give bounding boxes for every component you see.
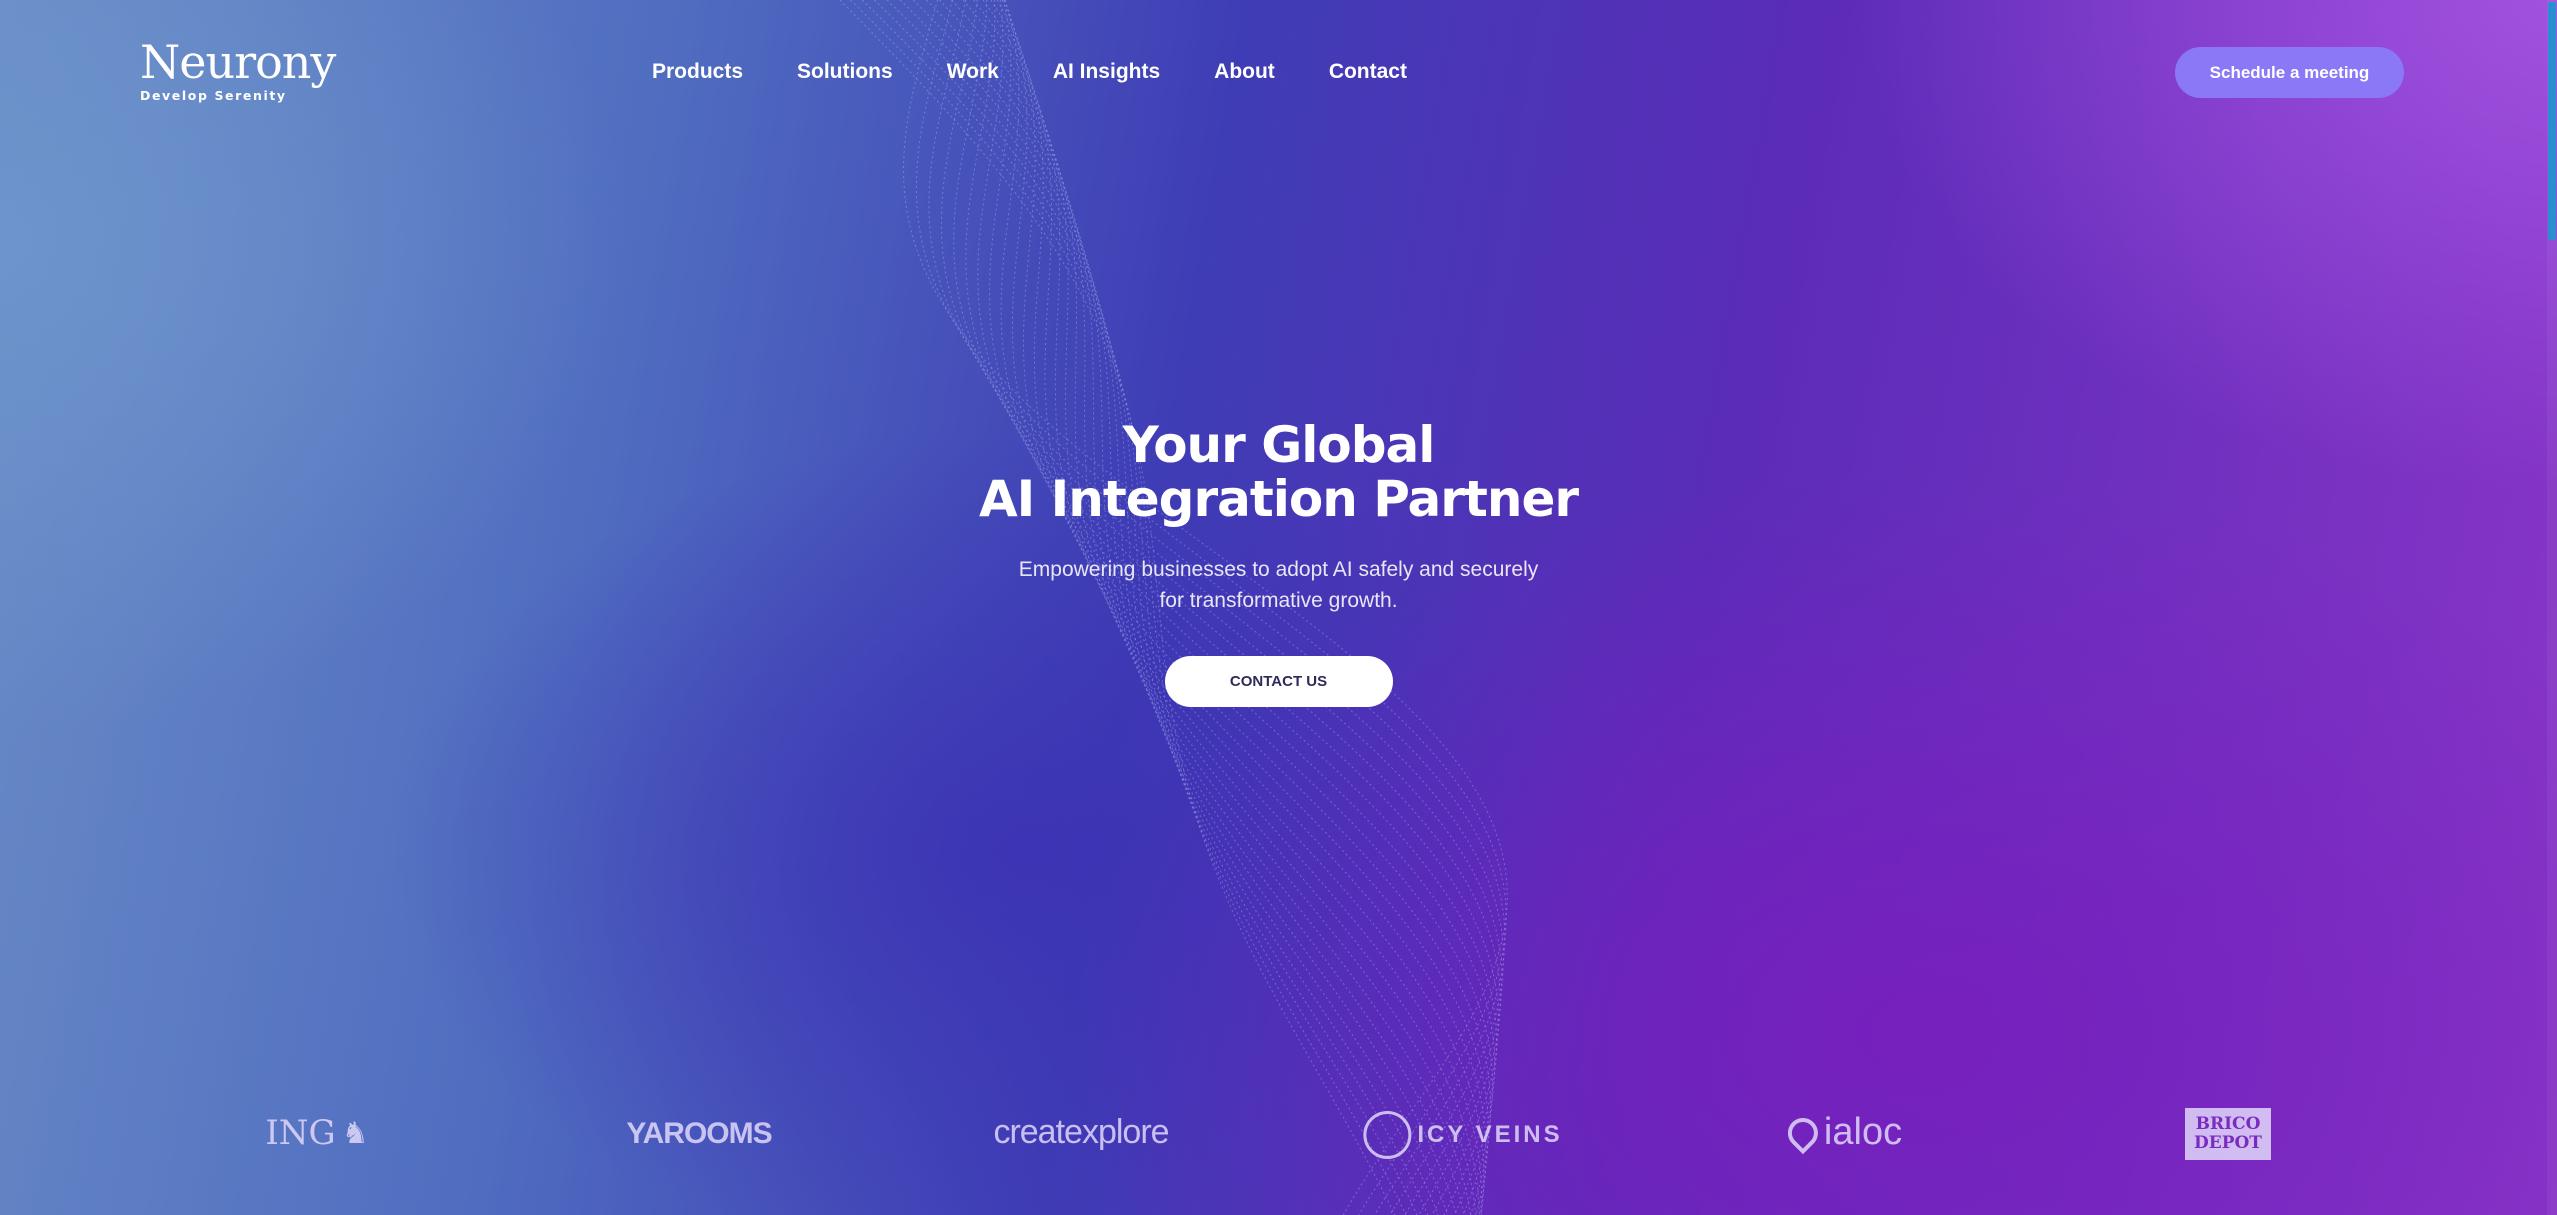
nav-ai-insights[interactable]: AI Insights (1053, 60, 1160, 84)
hero-title-line-2: AI Integration Partner (978, 470, 1579, 528)
nav-products[interactable]: Products (652, 60, 743, 84)
client-logo-icy-veins: ICY VEINS (1363, 1111, 1562, 1159)
hero-subtitle: Empowering businesses to adopt AI safely… (0, 554, 2557, 616)
neurony-logo[interactable]: Neurony Develop Serenity (140, 35, 336, 103)
lion-icon: ♞ (341, 1115, 369, 1151)
top-navigation: Neurony Develop Serenity Products Soluti… (0, 0, 2557, 145)
map-pin-icon (1781, 1111, 1825, 1154)
scrollbar[interactable] (2547, 0, 2557, 1215)
hero-title-line-1: Your Global (1122, 416, 1436, 474)
ing-text: ING (265, 1113, 336, 1153)
nav-contact[interactable]: Contact (1329, 60, 1407, 84)
nav-solutions[interactable]: Solutions (797, 60, 893, 84)
hero-title: Your Global AI Integration Partner (0, 418, 2557, 526)
scrollbar-thumb[interactable] (2548, 2, 2556, 240)
nav-about[interactable]: About (1214, 60, 1275, 84)
ialoc-text: ialoc (1823, 1111, 1903, 1153)
logo-name: Neurony (140, 35, 336, 89)
icy-veins-text: ICY VEINS (1417, 1121, 1563, 1148)
main-menu: Products Solutions Work AI Insights Abou… (652, 60, 1407, 84)
logo-tagline: Develop Serenity (140, 88, 287, 103)
icy-veins-emblem-icon (1363, 1111, 1412, 1159)
hero-subtitle-line-2: for transformative growth. (1159, 589, 1398, 612)
nav-work[interactable]: Work (947, 60, 999, 84)
client-logo-ing: ING ♞ (265, 1113, 368, 1153)
hero-section: Your Global AI Integration Partner Empowe… (0, 418, 2557, 707)
client-logo-ialoc: ialoc (1781, 1111, 1903, 1154)
client-logos: ING ♞ YAROOMS createxplore ICY VEINS ialo… (0, 1105, 2557, 1165)
schedule-meeting-button[interactable]: Schedule a meeting (2175, 47, 2404, 98)
client-logo-createxplore: createxplore (993, 1113, 1169, 1151)
contact-us-button[interactable]: CONTACT US (1164, 656, 1393, 707)
client-logo-yarooms: YAROOMS (626, 1117, 772, 1150)
hero-subtitle-line-1: Empowering businesses to adopt AI safely… (1018, 558, 1539, 581)
client-logo-brico-depot: BRICO DEPOT (2185, 1108, 2271, 1160)
